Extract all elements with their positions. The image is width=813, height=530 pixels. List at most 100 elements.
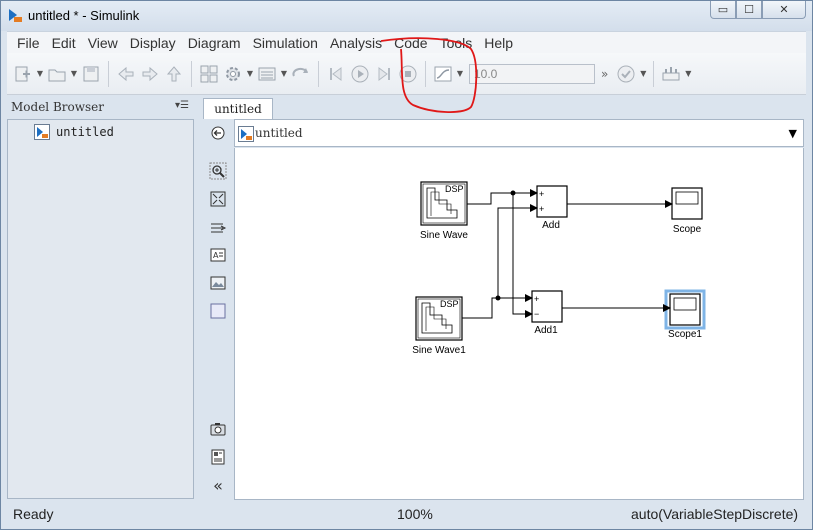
minimize-button[interactable]: ▭	[710, 1, 736, 19]
screenshot-button[interactable]	[208, 419, 228, 439]
step-back-button[interactable]	[324, 62, 348, 86]
settings-dropdown[interactable]: ▼	[245, 62, 255, 86]
zoom-button[interactable]	[208, 161, 228, 181]
menu-view[interactable]: View	[82, 33, 124, 53]
toolbar: ▼ ▼ ▼ ▼ ▼ 10.0 » ▼ ▼	[7, 53, 806, 95]
zoom-level: 100%	[397, 506, 433, 522]
fit-to-view-button[interactable]	[208, 189, 228, 209]
open-button[interactable]	[45, 62, 69, 86]
toolbar-separator	[318, 60, 319, 87]
menu-tools[interactable]: Tools	[434, 33, 479, 53]
close-button[interactable]: ✕	[762, 1, 806, 19]
tab-untitled[interactable]: untitled	[203, 98, 273, 119]
camera-icon	[210, 423, 226, 436]
add-label: Add	[542, 220, 560, 231]
simulink-logo-icon	[9, 9, 22, 22]
sine-wave-label: Sine Wave	[420, 230, 468, 241]
svg-text:A: A	[213, 251, 219, 260]
add1-block[interactable]: + − Add1	[531, 290, 563, 336]
step-forward-button[interactable]	[372, 62, 396, 86]
model-browser-item-label: untitled	[56, 125, 114, 139]
block-diagram: DSP Sine Wave DSP Sine Wave1 + + Add + −…	[412, 181, 706, 356]
annotation-button[interactable]: A	[208, 245, 228, 265]
hide-browser-button[interactable]	[208, 123, 228, 143]
model-explorer-button[interactable]	[255, 62, 279, 86]
save-button[interactable]	[79, 62, 103, 86]
open-dropdown[interactable]: ▼	[69, 62, 79, 86]
add-port2-sign: +	[539, 204, 544, 214]
model-browser-menu-button[interactable]: ▾☰	[175, 100, 189, 111]
signal-line[interactable]	[512, 193, 533, 318]
add1-port1-sign: +	[534, 294, 539, 304]
model-browser-item[interactable]: untitled	[34, 124, 114, 140]
library-browser-button[interactable]	[197, 62, 221, 86]
model-advisor-button[interactable]	[614, 62, 638, 86]
advisor-dropdown[interactable]: ▼	[638, 62, 648, 86]
address-dropdown-icon[interactable]: ▼	[789, 127, 797, 140]
signal-line[interactable]	[462, 294, 533, 319]
new-model-dropdown[interactable]: ▼	[35, 62, 45, 86]
scope1-block[interactable]: Scope1	[664, 289, 706, 340]
add-block[interactable]: + + Add	[536, 185, 568, 231]
save-icon	[83, 66, 99, 81]
model-icon	[34, 124, 50, 140]
run-button[interactable]	[348, 62, 372, 86]
menu-bar: File Edit View Display Diagram Simulatio…	[7, 31, 806, 53]
model-browser-title: Model Browser	[11, 100, 104, 114]
build-dropdown[interactable]: ▼	[683, 62, 693, 86]
menu-display[interactable]: Display	[124, 33, 182, 53]
image-button[interactable]	[208, 273, 228, 293]
update-diagram-button[interactable]	[289, 62, 313, 86]
route-lines-button[interactable]	[208, 217, 228, 237]
signal-line[interactable]	[467, 189, 538, 205]
simulation-data-inspector-button[interactable]	[431, 62, 455, 86]
branch-point	[495, 295, 501, 301]
menu-simulation[interactable]: Simulation	[247, 33, 324, 53]
area-square-icon	[210, 303, 226, 319]
signal-line[interactable]	[497, 204, 538, 298]
signal-plot-icon	[434, 66, 452, 81]
up-arrow-icon	[166, 65, 182, 81]
diagram-canvas[interactable]: DSP Sine Wave DSP Sine Wave1 + + Add + −…	[234, 148, 804, 500]
stop-button[interactable]	[396, 62, 420, 86]
menu-diagram[interactable]: Diagram	[182, 33, 247, 53]
folder-icon	[48, 69, 66, 81]
sine-wave-block[interactable]: DSP Sine Wave	[420, 181, 468, 241]
arrows-right-icon	[211, 223, 227, 233]
menu-help[interactable]: Help	[478, 33, 519, 53]
scope-block[interactable]: Scope	[671, 187, 703, 235]
back-button[interactable]	[114, 62, 138, 86]
toolbar-separator	[425, 60, 426, 87]
check-circle-icon	[617, 65, 635, 82]
inspector-dropdown[interactable]: ▼	[455, 62, 465, 86]
explorer-dropdown[interactable]: ▼	[279, 62, 289, 86]
sine-wave-badge: DSP	[445, 184, 464, 194]
scope-label: Scope	[673, 224, 702, 235]
solver-indicator[interactable]: auto(VariableStepDiscrete)	[631, 506, 798, 522]
toolbar-overflow-button[interactable]: »	[601, 67, 608, 81]
model-data-button[interactable]	[208, 447, 228, 467]
new-model-icon	[15, 66, 30, 81]
area-button[interactable]	[208, 301, 228, 321]
collapse-palette-button[interactable]: «	[208, 475, 228, 495]
build-button[interactable]	[659, 62, 683, 86]
sine-wave1-block[interactable]: DSP Sine Wave1	[412, 296, 466, 356]
forward-button[interactable]	[138, 62, 162, 86]
step-back-icon	[330, 66, 342, 81]
list-panel-icon	[258, 67, 276, 80]
maximize-button[interactable]: ☐	[736, 1, 762, 19]
new-model-button[interactable]	[11, 62, 35, 86]
stop-time-input[interactable]	[469, 63, 595, 84]
menu-edit[interactable]: Edit	[46, 33, 82, 53]
menu-code[interactable]: Code	[388, 33, 433, 53]
up-button[interactable]	[162, 62, 186, 86]
window-title: untitled * - Simulink	[28, 8, 140, 23]
menu-file[interactable]: File	[11, 33, 46, 53]
menu-analysis[interactable]: Analysis	[324, 33, 388, 53]
sine-wave1-badge: DSP	[440, 299, 459, 309]
gear-icon	[226, 66, 240, 81]
data-table-icon	[211, 449, 225, 465]
model-settings-button[interactable]	[221, 62, 245, 86]
double-chevron-left-icon: «	[213, 475, 223, 495]
toolbar-separator	[108, 60, 109, 87]
